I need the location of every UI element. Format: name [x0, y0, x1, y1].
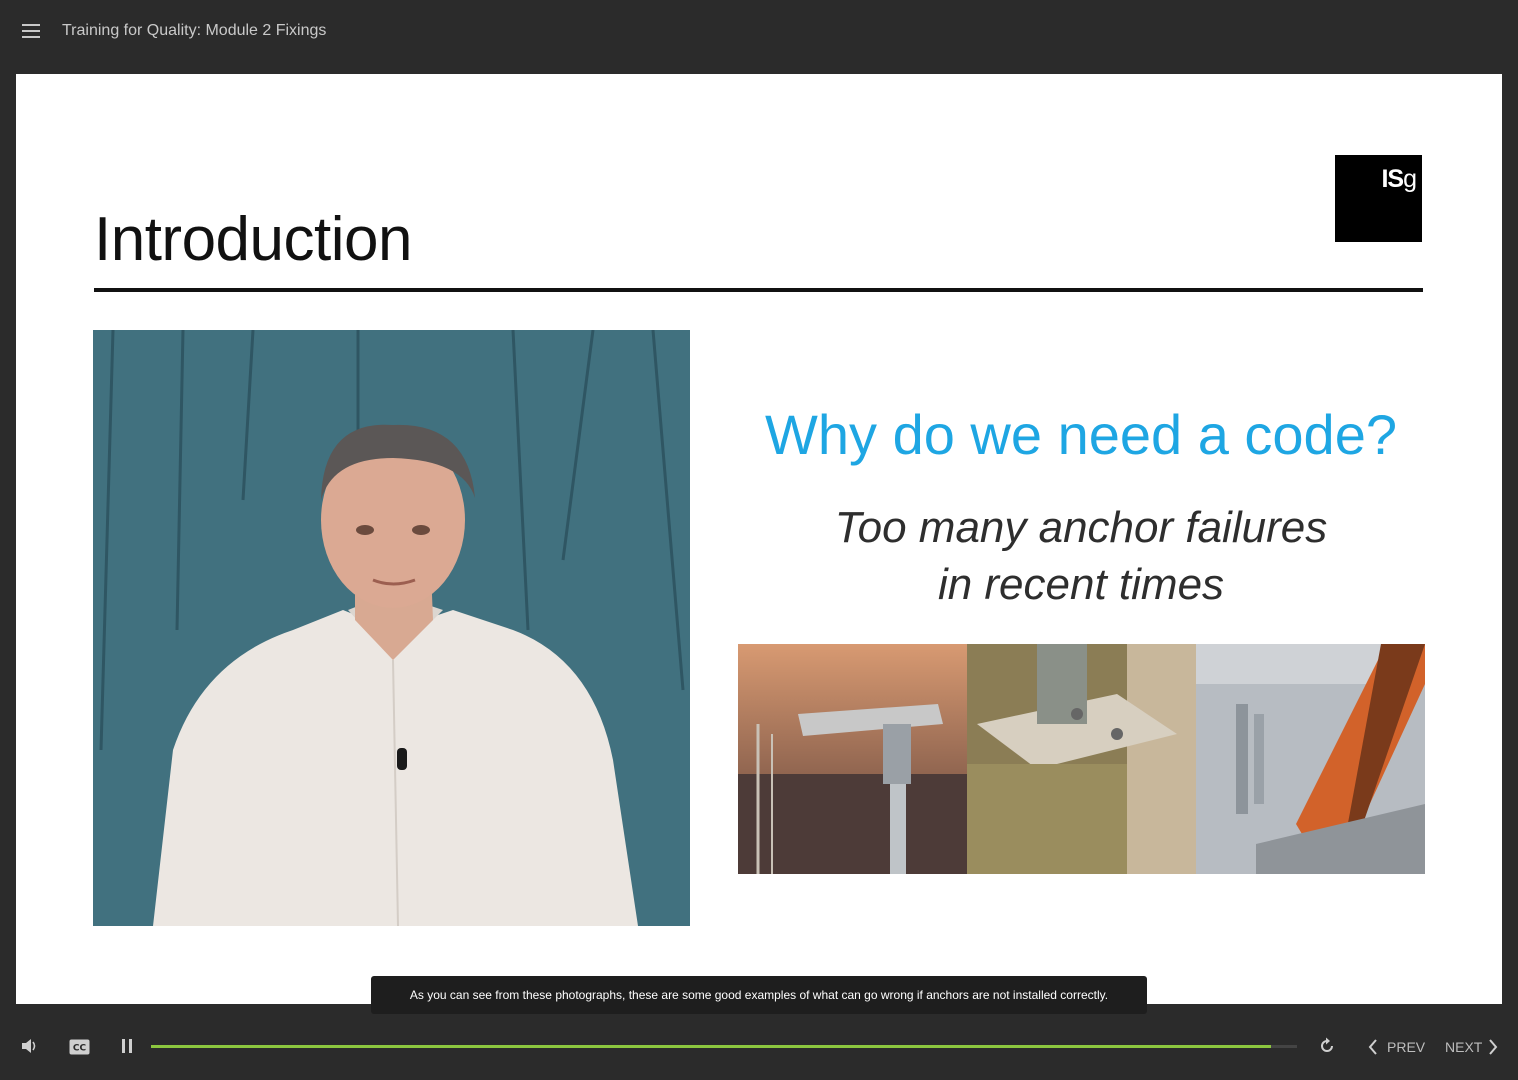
slide-title: Introduction: [94, 205, 413, 274]
slide-subtext: Too many anchor failures in recent times: [834, 503, 1328, 609]
slide-headline: Why do we need a code?: [765, 403, 1397, 466]
progress-fill: [151, 1045, 1271, 1048]
prev-button[interactable]: PREV: [1368, 1037, 1428, 1057]
pause-button[interactable]: [121, 1038, 133, 1054]
slide-stage: ISg Introduction Why do we need a code? …: [16, 74, 1502, 1004]
presenter-image: [93, 330, 690, 926]
closed-captions-button[interactable]: CC: [69, 1039, 90, 1055]
volume-button[interactable]: [21, 1038, 39, 1054]
svg-text:CC: CC: [73, 1044, 87, 1054]
top-bar: Training for Quality: Module 2 Fixings: [0, 0, 1518, 64]
title-divider: [94, 288, 1423, 292]
replay-button[interactable]: [1318, 1037, 1336, 1055]
anchor-photo-1: [738, 644, 967, 874]
isg-logo: ISg: [1335, 155, 1422, 242]
volume-icon: [22, 1039, 36, 1053]
closed-captions-icon: CC: [69, 1039, 90, 1055]
prev-label: PREV: [1387, 1039, 1426, 1055]
next-button[interactable]: NEXT: [1445, 1037, 1503, 1057]
chevron-left-icon: [1368, 1039, 1377, 1055]
anchor-failure-photos: [738, 644, 1425, 874]
pause-icon: [122, 1039, 132, 1053]
closed-caption-box: As you can see from these photographs, t…: [371, 976, 1147, 1014]
anchor-photo-3: [1196, 644, 1425, 874]
anchor-photo-2: [967, 644, 1196, 874]
replay-icon: [1321, 1037, 1333, 1052]
player-controls: [0, 1018, 1518, 1080]
next-label: NEXT: [1445, 1039, 1483, 1055]
closed-caption-text: As you can see from these photographs, t…: [409, 988, 1109, 1002]
progress-bar[interactable]: [151, 1045, 1297, 1048]
course-title: Training for Quality: Module 2 Fixings: [62, 22, 327, 39]
presenter-video: [93, 330, 690, 926]
chevron-right-icon: [1489, 1039, 1498, 1055]
menu-button[interactable]: [22, 24, 42, 42]
menu-icon: [22, 24, 40, 26]
